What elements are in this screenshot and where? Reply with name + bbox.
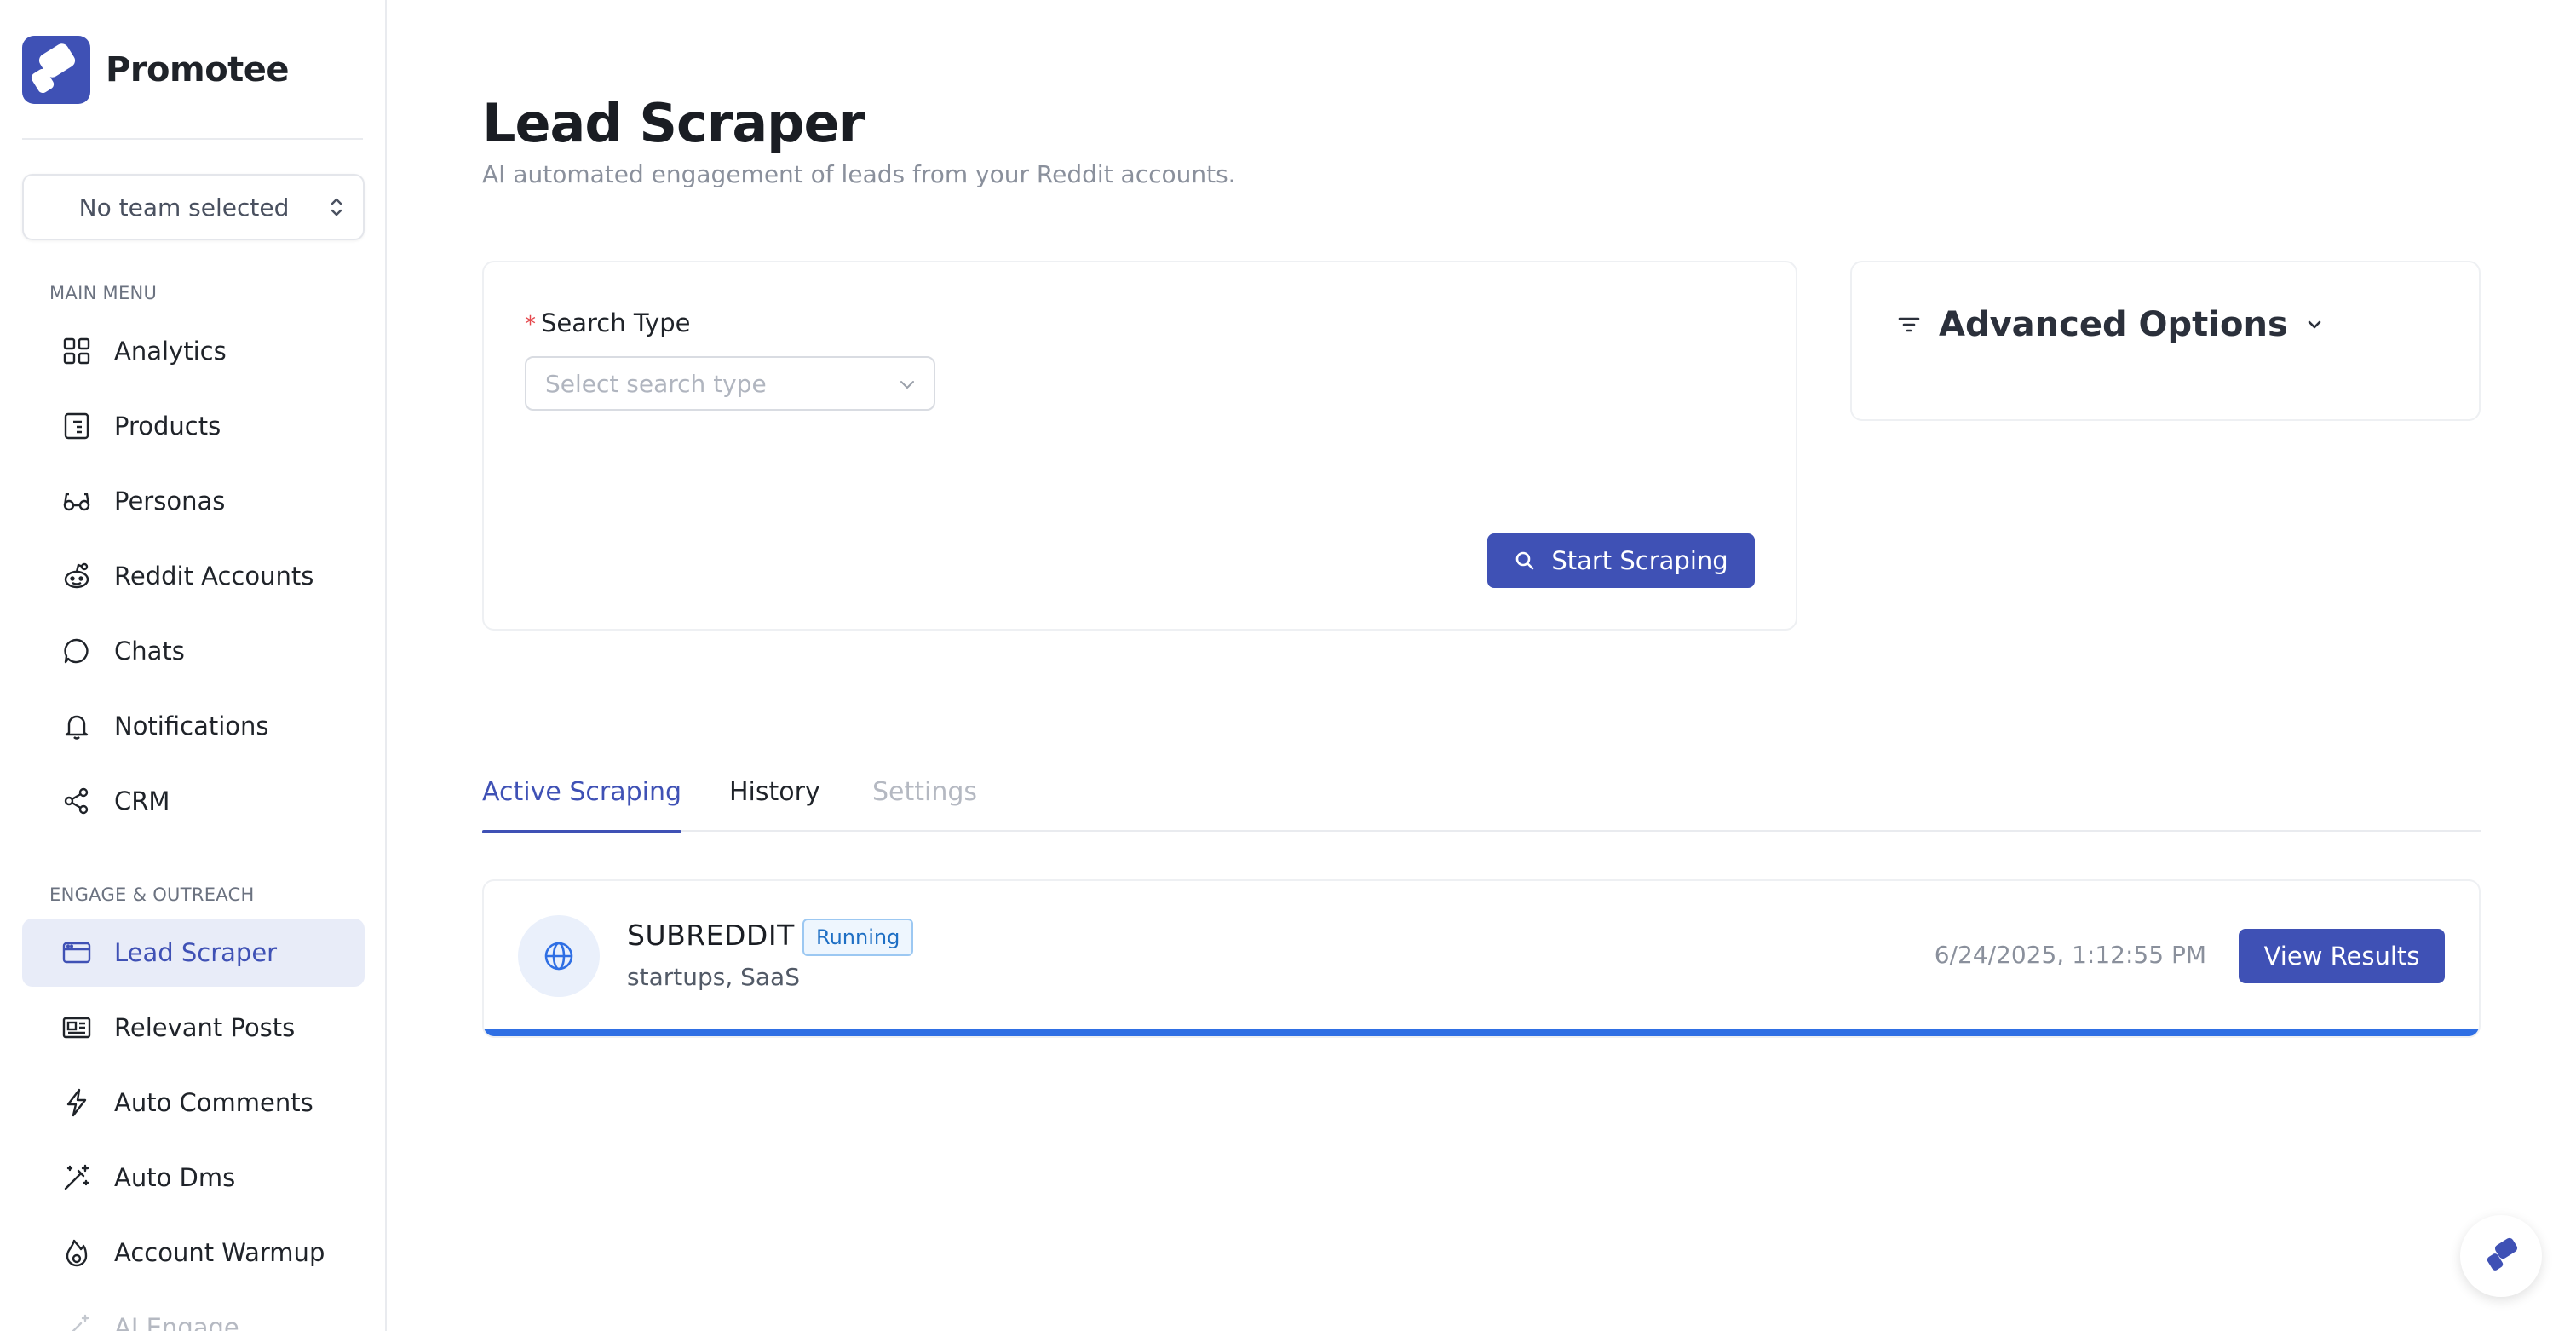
sidebar-item-ai-engage[interactable]: AI Engage	[22, 1294, 365, 1331]
scraping-job-card: SUBREDDIT Running startups, SaaS 6/24/20…	[482, 879, 2481, 1038]
engage-outreach-label: ENGAGE & OUTREACH	[49, 884, 255, 905]
job-timestamp: 6/24/2025, 1:12:55 PM	[1934, 941, 2206, 969]
page-subtitle: AI automated engagement of leads from yo…	[482, 160, 1236, 188]
sidebar-item-label: Notifications	[114, 712, 269, 740]
sidebar-item-label: Lead Scraper	[114, 938, 278, 967]
magic-wand-icon	[61, 1162, 92, 1193]
sidebar-item-auto-comments[interactable]: Auto Comments	[22, 1069, 365, 1137]
support-chat-button[interactable]	[2460, 1215, 2542, 1297]
sidebar-divider	[22, 138, 363, 140]
brand[interactable]: Promotee	[22, 36, 290, 104]
start-scraping-button[interactable]: Start Scraping	[1487, 533, 1755, 588]
view-results-button[interactable]: View Results	[2239, 929, 2445, 983]
advanced-options-toggle[interactable]: Advanced Options	[1896, 305, 2324, 344]
sidebar-item-reddit-accounts[interactable]: Reddit Accounts	[22, 542, 365, 610]
sidebar: Promotee No team selected MAIN MENU Anal…	[0, 0, 387, 1331]
reddit-icon	[61, 561, 92, 591]
advanced-options-card: Advanced Options	[1850, 261, 2481, 421]
search-type-label-text: Search Type	[541, 308, 691, 337]
sidebar-item-notifications[interactable]: Notifications	[22, 692, 365, 760]
sidebar-item-crm[interactable]: CRM	[22, 767, 365, 835]
job-type: SUBREDDIT	[627, 919, 795, 952]
globe-icon	[518, 915, 600, 997]
sidebar-item-label: Personas	[114, 487, 226, 516]
required-mark: *	[525, 312, 536, 337]
sidebar-item-label: Analytics	[114, 337, 227, 366]
sidebar-item-label: Reddit Accounts	[114, 562, 314, 591]
main-menu-label: MAIN MENU	[49, 283, 158, 303]
chevron-down-icon	[2308, 320, 2321, 329]
sidebar-item-label: Chats	[114, 637, 185, 666]
job-progress-bar	[484, 1029, 2479, 1036]
brand-name: Promotee	[106, 50, 290, 89]
sidebar-item-analytics[interactable]: Analytics	[22, 317, 365, 385]
sidebar-item-chats[interactable]: Chats	[22, 617, 365, 685]
sidebar-item-label: AI Engage	[114, 1313, 239, 1331]
page-title: Lead Scraper	[482, 92, 865, 154]
team-select-value: No team selected	[78, 193, 290, 222]
chat-icon	[61, 636, 92, 666]
status-badge: Running	[802, 919, 914, 956]
newspaper-icon	[61, 1012, 92, 1043]
brand-logo-icon	[22, 36, 90, 104]
sidebar-item-relevant-posts[interactable]: Relevant Posts	[22, 994, 365, 1062]
glasses-icon	[61, 486, 92, 516]
start-scraping-label: Start Scraping	[1551, 546, 1728, 575]
wand-icon	[61, 1312, 92, 1331]
flame-icon	[61, 1237, 92, 1268]
chevron-up-down-icon	[331, 198, 342, 216]
bell-icon	[61, 711, 92, 741]
grid-icon	[61, 336, 92, 366]
sidebar-item-label: Products	[114, 412, 221, 441]
scraping-tabs: Active Scraping History Settings	[482, 767, 2481, 833]
sidebar-item-label: CRM	[114, 786, 170, 815]
sidebar-item-label: Auto Comments	[114, 1088, 313, 1117]
product-icon	[61, 411, 92, 441]
search-type-placeholder: Select search type	[545, 370, 767, 398]
sidebar-item-label: Account Warmup	[114, 1238, 325, 1267]
search-form-card: * Search Type Select search type Start Sc…	[482, 261, 1797, 631]
filter-icon	[1898, 317, 1920, 332]
sidebar-item-auto-dms[interactable]: Auto Dms	[22, 1144, 365, 1212]
sidebar-item-label: Relevant Posts	[114, 1013, 296, 1042]
browser-icon	[61, 937, 92, 968]
search-type-select[interactable]: Select search type	[525, 356, 935, 411]
chevron-down-icon	[900, 381, 914, 389]
search-icon	[1516, 551, 1534, 570]
tab-active-scraping[interactable]: Active Scraping	[482, 777, 682, 833]
sidebar-item-label: Auto Dms	[114, 1163, 236, 1192]
view-results-label: View Results	[2263, 942, 2420, 971]
sidebar-item-products[interactable]: Products	[22, 392, 365, 460]
job-subreddits: startups, SaaS	[627, 963, 800, 991]
sidebar-item-lead-scraper[interactable]: Lead Scraper	[22, 919, 365, 987]
sidebar-item-personas[interactable]: Personas	[22, 467, 365, 535]
tab-settings[interactable]: Settings	[872, 777, 977, 807]
search-type-label: * Search Type	[525, 308, 690, 337]
team-select[interactable]: No team selected	[22, 174, 365, 240]
share-icon	[61, 786, 92, 816]
tab-history[interactable]: History	[729, 777, 820, 807]
sidebar-item-account-warmup[interactable]: Account Warmup	[22, 1219, 365, 1287]
bolt-icon	[61, 1087, 92, 1118]
advanced-options-title: Advanced Options	[1939, 305, 2288, 344]
